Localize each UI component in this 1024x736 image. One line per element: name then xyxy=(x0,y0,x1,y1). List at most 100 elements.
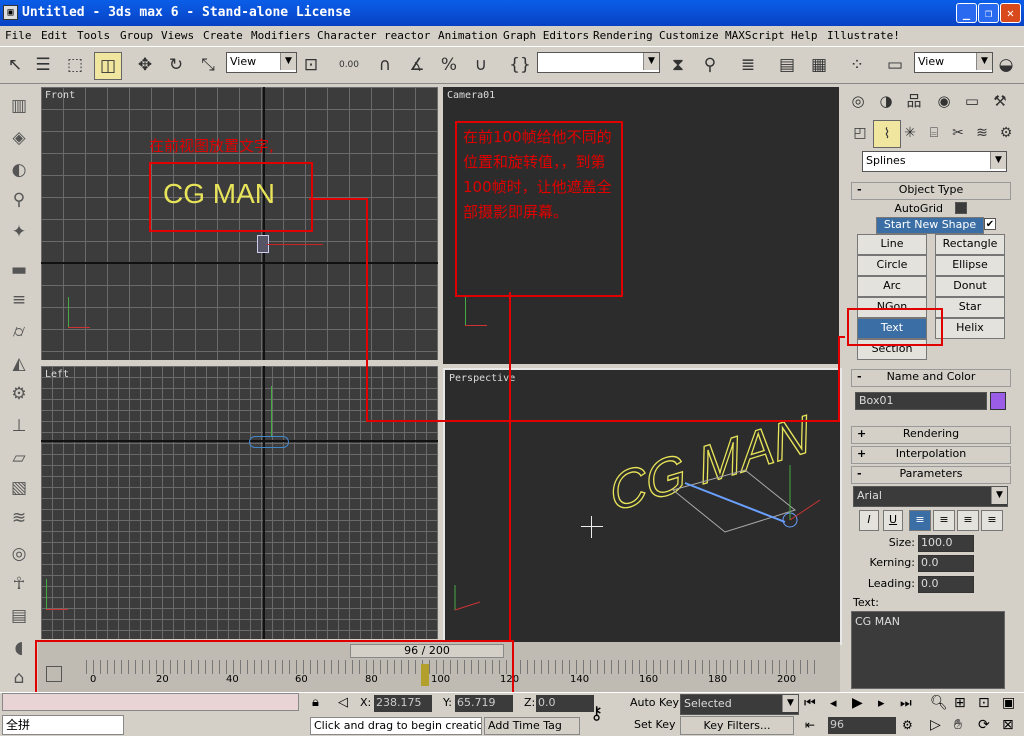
shape-button-circle[interactable]: Circle xyxy=(857,255,927,276)
named-selection-icon[interactable]: {} xyxy=(507,52,533,78)
box-primitive-icon[interactable]: ▥ xyxy=(7,94,31,118)
app-icon[interactable]: ▣ xyxy=(3,5,18,20)
shape-button-helix[interactable]: Helix xyxy=(935,318,1005,339)
quick-render-icon[interactable]: ◒ xyxy=(993,52,1019,78)
snap-toggle-icon[interactable]: ∩ xyxy=(372,52,398,78)
viewport-label-camera[interactable]: Camera01 xyxy=(447,90,495,101)
close-button[interactable]: ✕ xyxy=(1000,3,1021,23)
script-icon[interactable]: ▤ xyxy=(7,604,31,628)
menu-group[interactable]: Group xyxy=(120,29,153,42)
light-icon[interactable]: ⚲ xyxy=(7,188,31,212)
align-left-button[interactable]: ≡ xyxy=(909,510,931,531)
rollout-object-type[interactable]: - Object Type xyxy=(851,182,1011,200)
autogrid-checkbox[interactable] xyxy=(955,202,967,214)
italic-button[interactable]: I xyxy=(859,510,879,531)
x-coordinate-field[interactable]: 238.175 xyxy=(374,695,432,712)
rollout-parameters[interactable]: - Parameters xyxy=(851,466,1011,484)
menu-graph-editors[interactable]: Graph Editors xyxy=(503,29,589,42)
play-icon[interactable]: ▶ xyxy=(852,695,863,711)
modify-tab-icon[interactable]: ◑ xyxy=(873,88,899,114)
biped-icon[interactable]: ☥ xyxy=(7,572,31,596)
ime-bar[interactable]: 全拼 xyxy=(2,715,124,735)
menu-tools[interactable]: Tools xyxy=(77,29,110,42)
schematic-view-icon[interactable]: ▦ xyxy=(806,52,832,78)
teapot-icon[interactable]: ◖ xyxy=(7,636,31,660)
menu-illustrate[interactable]: Illustrate! xyxy=(827,29,900,42)
cone-icon[interactable]: ◭ xyxy=(7,352,31,376)
rollout-name-and-color[interactable]: - Name and Color xyxy=(851,369,1011,387)
scale-icon[interactable]: ⤡ xyxy=(195,52,221,78)
viewport-label-left[interactable]: Left xyxy=(45,369,69,380)
camera-object[interactable] xyxy=(249,436,289,448)
shape-button-line[interactable]: Line xyxy=(857,234,927,255)
go-to-end-icon[interactable]: ⏭ xyxy=(900,696,912,711)
absolute-mode-icon[interactable]: ◁ xyxy=(338,695,348,710)
key-mode-toggle-icon[interactable]: ⇤ xyxy=(805,718,815,732)
align-icon[interactable]: ⚲ xyxy=(697,52,723,78)
shape-button-donut[interactable]: Donut xyxy=(935,276,1005,297)
move-icon[interactable]: ✥ xyxy=(132,52,158,78)
add-time-tag-button[interactable]: Add Time Tag xyxy=(484,717,580,735)
shape-button-arc[interactable]: Arc xyxy=(857,276,927,297)
sphere-icon[interactable]: ◐ xyxy=(7,158,31,182)
time-config-icon[interactable]: ⚙ xyxy=(902,718,913,732)
zoom-icon[interactable]: 🔍︎ xyxy=(930,695,948,711)
reference-coord-select[interactable]: View ▼ xyxy=(226,52,297,73)
pan-icon[interactable]: ✋︎ xyxy=(954,717,962,733)
angle-snap-icon[interactable]: ∡ xyxy=(404,52,430,78)
plane-icon[interactable]: ▱ xyxy=(7,446,31,470)
leading-spinner[interactable]: 0.0 xyxy=(918,576,974,593)
key-filters-button[interactable]: Key Filters... xyxy=(680,716,794,735)
render-scene-icon[interactable]: ▭ xyxy=(882,52,908,78)
previous-frame-icon[interactable]: ◂ xyxy=(830,696,837,711)
maximize-viewport-icon[interactable]: ⊠ xyxy=(1002,717,1014,733)
start-new-shape-button[interactable]: Start New Shape xyxy=(876,217,984,234)
object-color-swatch[interactable] xyxy=(990,392,1006,410)
minimize-button[interactable]: _ xyxy=(956,3,977,23)
material-editor-icon[interactable]: ⁘ xyxy=(844,52,870,78)
set-key-button[interactable]: Set Key xyxy=(634,718,676,731)
cameras-icon[interactable]: ⌸ xyxy=(921,120,947,146)
size-spinner[interactable]: 100.0 xyxy=(918,535,974,552)
y-coordinate-field[interactable]: 65.719 xyxy=(455,695,513,712)
arc-rotate-icon[interactable]: ⟳ xyxy=(978,717,990,733)
next-frame-icon[interactable]: ▸ xyxy=(878,696,885,711)
shape-button-star[interactable]: Star xyxy=(935,297,1005,318)
field-of-view-icon[interactable]: ▷ xyxy=(930,717,941,733)
text-input-area[interactable]: CG MAN xyxy=(851,611,1005,689)
pivot-center-icon[interactable]: ⊡ xyxy=(298,52,324,78)
key-icon[interactable]: ⚷ xyxy=(590,703,603,724)
cube-icon[interactable]: ▧ xyxy=(7,476,31,500)
select-by-name-icon[interactable]: ☰ xyxy=(30,52,56,78)
zoom-extents-icon[interactable]: ⊡ xyxy=(978,695,990,711)
compound-icon[interactable]: ◈ xyxy=(7,126,31,150)
menu-rendering[interactable]: Rendering xyxy=(593,29,653,42)
utilities-tab-icon[interactable]: ⚒ xyxy=(987,88,1013,114)
shape-button-rectangle[interactable]: Rectangle xyxy=(935,234,1005,255)
menu-create[interactable]: Create xyxy=(203,29,243,42)
font-select[interactable]: Arial ▼ xyxy=(853,486,1008,507)
named-selection-field[interactable]: ▼ xyxy=(537,52,660,73)
category-select[interactable]: Splines ▼ xyxy=(862,151,1007,172)
zoom-all-icon[interactable]: ⊞ xyxy=(954,695,966,711)
menu-reactor[interactable]: reactor xyxy=(384,29,430,42)
torus-icon[interactable]: ◎ xyxy=(7,542,31,566)
panel-icon[interactable]: ▬ xyxy=(7,258,31,282)
utility-icon[interactable]: ⌂ xyxy=(7,666,31,690)
menu-character[interactable]: Character xyxy=(317,29,377,42)
helpers-icon[interactable]: ✂ xyxy=(945,120,971,146)
align-center-button[interactable]: ≡ xyxy=(933,510,955,531)
rollout-rendering[interactable]: + Rendering xyxy=(851,426,1011,444)
menu-file[interactable]: File xyxy=(5,29,32,42)
window-crossing-icon[interactable]: ◫ xyxy=(94,52,122,80)
zoom-extents-all-icon[interactable]: ▣ xyxy=(1002,695,1015,711)
viewport-label-front[interactable]: Front xyxy=(45,90,75,101)
current-frame-field[interactable]: 96 xyxy=(828,717,896,734)
hierarchy-tab-icon[interactable]: 品 xyxy=(901,88,927,114)
stack-icon[interactable]: ≡ xyxy=(7,288,31,312)
spinner-snap-icon[interactable]: ∪ xyxy=(468,52,494,78)
menu-edit[interactable]: Edit xyxy=(41,29,68,42)
menu-help[interactable]: Help xyxy=(791,29,818,42)
rotate-icon[interactable]: ↻ xyxy=(163,52,189,78)
menu-views[interactable]: Views xyxy=(161,29,194,42)
